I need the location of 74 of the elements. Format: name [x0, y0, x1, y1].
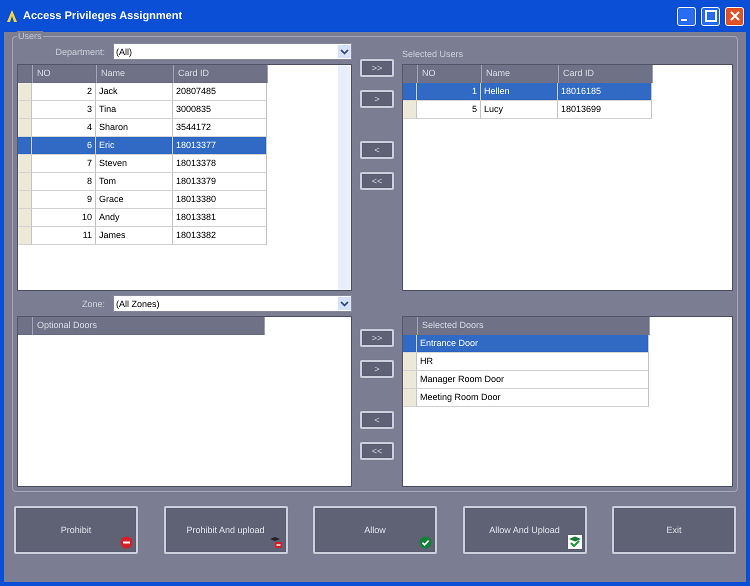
table-cell: 18013381	[173, 209, 267, 227]
table-row[interactable]: 2 Jack 20807485	[18, 83, 268, 101]
table-cell: 18016185	[558, 83, 652, 101]
table-cell: 1	[417, 83, 481, 101]
table-cell: 18013382	[173, 227, 267, 245]
table-cell: Jack	[96, 83, 173, 101]
action-button[interactable]: Prohibit And upload	[164, 506, 288, 554]
zone-label: Zone:	[80, 298, 106, 308]
maximize-icon	[702, 8, 718, 24]
window-title: Access Privileges Assignment	[23, 10, 184, 22]
table-cell: 18013377	[173, 137, 267, 155]
table-cell: Eric	[96, 137, 173, 155]
department-label: Department:	[54, 46, 106, 56]
action-button[interactable]: Allow	[313, 506, 437, 554]
table-cell: 3000835	[173, 101, 267, 119]
table-cell: 2	[32, 83, 96, 101]
column-header[interactable]: NO	[33, 65, 97, 83]
table-row[interactable]: 8 Tom 18013379	[18, 173, 268, 191]
group-label: Users	[17, 31, 43, 41]
cap-with-minus-icon	[268, 535, 282, 549]
table-row[interactable]: 5 Lucy 18013699	[403, 101, 653, 119]
table-cell: Lucy	[481, 101, 558, 119]
table-cell: 20807485	[173, 83, 267, 101]
table-row[interactable]: 7 Steven 18013378	[18, 155, 268, 173]
minimize-button[interactable]	[677, 6, 696, 26]
move-button[interactable]: >>	[360, 329, 394, 347]
move-button[interactable]: <<	[360, 172, 394, 190]
table-cell: 10	[32, 209, 96, 227]
action-button[interactable]: Exit	[612, 506, 736, 554]
table-row[interactable]: 6 Eric 18013377	[18, 137, 268, 155]
selected-users-label: Selected Users	[402, 48, 464, 58]
action-button[interactable]: Allow And Upload	[462, 506, 586, 554]
move-button[interactable]: <	[360, 411, 394, 429]
table-cell: 18013699	[558, 101, 652, 119]
column-header[interactable]: Name	[97, 65, 174, 83]
table-cell: 18013379	[173, 173, 267, 191]
table-row[interactable]: 1 Hellen 18016185	[403, 83, 653, 101]
table-row[interactable]: 3 Tina 3000835	[18, 101, 268, 119]
table-cell: Grace	[96, 191, 173, 209]
table-row[interactable]: 10 Andy 18013381	[18, 209, 268, 227]
table-cell: 18013380	[173, 191, 267, 209]
app-logo-icon	[6, 9, 18, 23]
table-cell: Hellen	[481, 83, 558, 101]
table-cell: Tom	[96, 173, 173, 191]
cap-with-check-icon	[568, 535, 582, 549]
table-cell: 7	[32, 155, 96, 173]
no-entry-icon	[120, 536, 133, 549]
table-cell: James	[96, 227, 173, 245]
table-cell: 9	[32, 191, 96, 209]
move-button[interactable]: <	[360, 141, 394, 159]
move-button[interactable]: >	[360, 360, 394, 378]
minimize-icon	[681, 19, 687, 21]
table-cell: Steven	[96, 155, 173, 173]
move-button[interactable]: >	[360, 90, 394, 108]
table-cell: 6	[32, 137, 96, 155]
zone-dropdown[interactable]: (All Zones)	[113, 295, 352, 312]
action-button[interactable]: Prohibit	[14, 506, 138, 554]
table-cell: Andy	[96, 209, 173, 227]
column-header[interactable]: Card ID	[174, 65, 268, 83]
department-dropdown[interactable]: (All)	[113, 43, 352, 60]
move-button[interactable]: <<	[360, 442, 394, 460]
table-cell: 8	[32, 173, 96, 191]
check-icon	[419, 536, 432, 549]
maximize-button[interactable]	[701, 6, 720, 26]
move-button[interactable]: >>	[360, 59, 394, 77]
table-row[interactable]: 9 Grace 18013380	[18, 191, 268, 209]
table-cell: Tina	[96, 101, 173, 119]
table-cell: 11	[32, 227, 96, 245]
table-row[interactable]: 11 James 18013382	[18, 227, 268, 245]
close-button[interactable]	[725, 6, 744, 26]
table-cell: 5	[417, 101, 481, 119]
table-cell: 3	[32, 101, 96, 119]
scrollbar[interactable]	[338, 65, 351, 290]
table-cell: 18013378	[173, 155, 267, 173]
